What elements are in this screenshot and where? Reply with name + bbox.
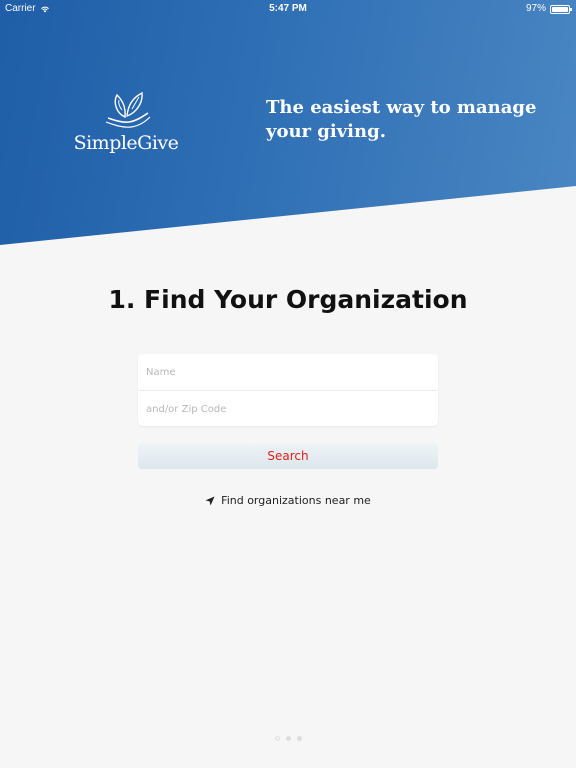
- battery-icon: [550, 4, 572, 14]
- brand-name: SimpleGive: [73, 132, 179, 154]
- find-nearby-link[interactable]: Find organizations near me: [0, 494, 576, 507]
- search-button[interactable]: Search: [138, 443, 438, 469]
- search-form: [138, 354, 438, 427]
- battery-indicator: 97%: [525, 0, 572, 18]
- location-arrow-icon: [205, 496, 215, 505]
- brand-tagline: The easiest way to manage your giving.: [266, 97, 537, 142]
- organization-name-input[interactable]: [138, 354, 438, 390]
- battery-tip: [570, 7, 572, 11]
- battery-fill: [552, 6, 568, 12]
- page-title: 1. Find Your Organization: [108, 285, 468, 314]
- app-screen: Carrier 5:47 PM 97% SimpleGive The easie…: [0, 0, 576, 768]
- brand-logo: SimpleGive: [70, 86, 182, 158]
- hand-with-leaf-icon: [105, 91, 151, 128]
- page-indicator: [0, 736, 576, 741]
- battery-percentage: 97%: [525, 3, 546, 14]
- zip-code-input[interactable]: [138, 391, 438, 427]
- page-dot-2[interactable]: [285, 736, 291, 741]
- status-time: 5:47 PM: [269, 3, 307, 14]
- find-nearby-label: Find organizations near me: [221, 494, 371, 507]
- page-dot-1[interactable]: [274, 736, 280, 741]
- status-bar: Carrier 5:47 PM 97%: [0, 0, 576, 18]
- page-dot-3[interactable]: [296, 736, 302, 741]
